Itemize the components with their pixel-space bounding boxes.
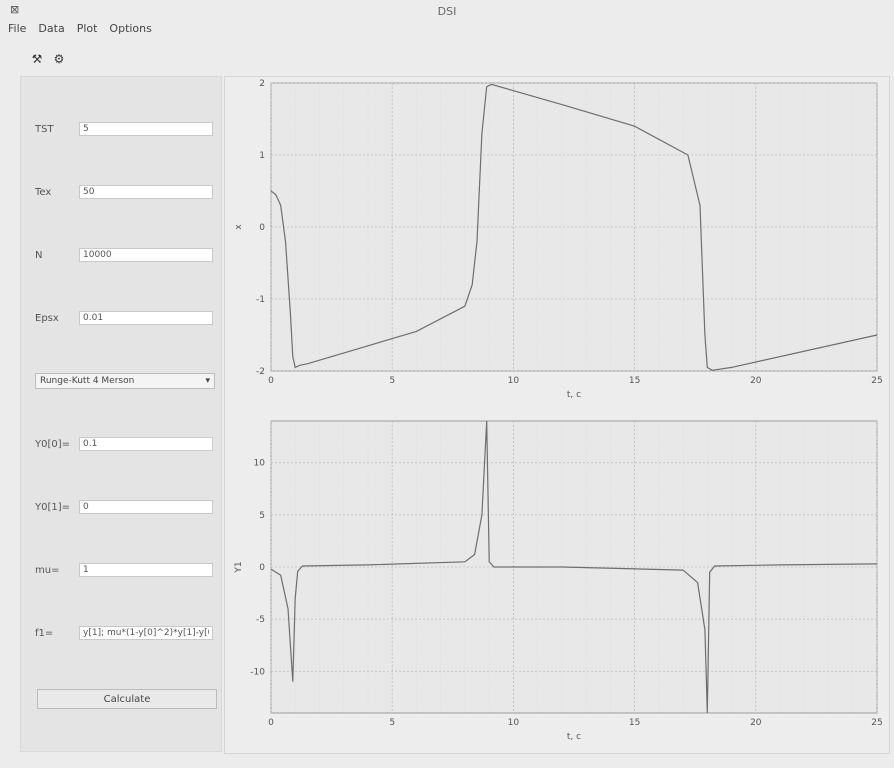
x-tick-label: 15 (629, 376, 640, 386)
menu-plot[interactable]: Plot (77, 22, 98, 40)
plot-frame-0 (270, 82, 878, 372)
calculate-button[interactable]: Calculate (37, 689, 217, 709)
method-select[interactable]: Runge-Kutt 4 Merson ▾ (35, 373, 215, 389)
y-tick-label: -2 (256, 367, 265, 377)
y-tick-label: 10 (254, 459, 266, 469)
x-tick-label: 15 (629, 718, 640, 728)
y-tick-label: 2 (259, 79, 265, 89)
param-input-mu[interactable] (79, 563, 213, 577)
x-tick-label: 0 (268, 376, 274, 386)
x-tick-label: 5 (389, 718, 395, 728)
x-tick-label: 25 (871, 376, 882, 386)
menu-options[interactable]: Options (109, 22, 151, 40)
x-tick-label: 10 (508, 376, 520, 386)
param-label-tex: Tex (35, 187, 52, 198)
y-tick-label: -5 (256, 615, 265, 625)
param-label-y0-0: Y0[0]= (35, 439, 71, 450)
param-input-tex[interactable] (79, 185, 213, 199)
param-label-mu: mu= (35, 565, 60, 576)
chevron-down-icon: ▾ (205, 376, 210, 386)
param-label-n: N (35, 250, 43, 261)
y-tick-label: -1 (256, 295, 265, 305)
y-tick-label: -10 (250, 667, 265, 677)
x-axis-label: t, c (567, 732, 581, 742)
parameters-panel: TST Tex N Epsx Runge-Kutt 4 Merson ▾ Y0[… (20, 76, 222, 752)
toolbar: ⚒ ⚙ (28, 48, 68, 70)
y-tick-label: 0 (259, 223, 265, 233)
gear-icon[interactable]: ⚙ (50, 50, 68, 68)
y-axis-label: x (234, 224, 244, 230)
method-select-value: Runge-Kutt 4 Merson (40, 376, 135, 386)
wrench-icon[interactable]: ⚒ (28, 50, 46, 68)
plot-area: 0 5 10 15 20 25 2 1 0 -1 -2 t, c x 0 5 10 15 20 25 10 5 0 -5 -1… (224, 76, 890, 754)
y-tick-label: 0 (259, 563, 265, 573)
x-tick-label: 20 (750, 718, 762, 728)
x-tick-label: 25 (871, 718, 882, 728)
param-input-epsx[interactable] (79, 311, 213, 325)
x-tick-label: 0 (268, 718, 274, 728)
param-label-tst: TST (35, 124, 54, 135)
param-input-y0-0[interactable] (79, 437, 213, 451)
x-axis-label: t, c (567, 390, 581, 400)
y-tick-label: 1 (259, 151, 265, 161)
plots-svg: 0 5 10 15 20 25210-1-2t, cx0 5 10 15 20 251050-5-1… (234, 79, 883, 742)
window-title: DSI (437, 5, 457, 18)
menu-data[interactable]: Data (38, 22, 64, 40)
param-label-f1: f1= (35, 628, 54, 639)
param-input-tst[interactable] (79, 122, 213, 136)
title-bar: ⊠ DSI (0, 0, 894, 22)
menu-file[interactable]: File (8, 22, 26, 40)
y-axis-label: Y1 (234, 561, 244, 573)
menu-bar: File Data Plot Options (8, 22, 152, 40)
param-input-n[interactable] (79, 248, 213, 262)
param-input-y0-1[interactable] (79, 500, 213, 514)
x-tick-label: 5 (389, 376, 395, 386)
x-tick-label: 20 (750, 376, 762, 386)
x-tick-label: 10 (508, 718, 520, 728)
y-tick-label: 5 (259, 511, 265, 521)
param-input-f1[interactable] (79, 626, 213, 640)
param-label-epsx: Epsx (35, 313, 59, 324)
calculate-button-label: Calculate (103, 693, 151, 705)
param-label-y0-1: Y0[1]= (35, 502, 71, 513)
